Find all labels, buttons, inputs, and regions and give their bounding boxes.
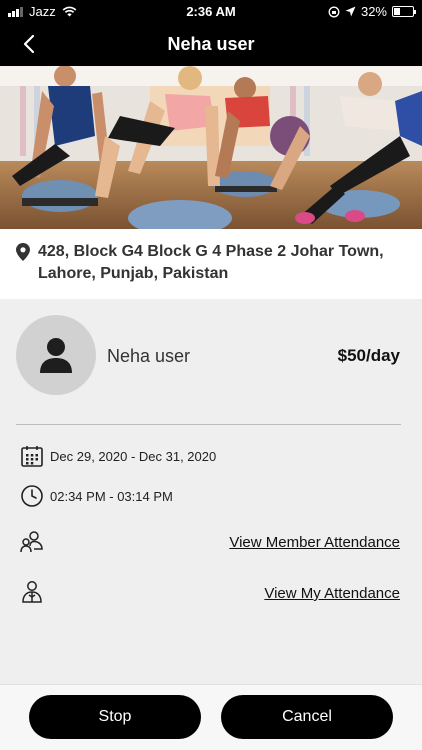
person-icon — [40, 338, 72, 373]
address-section: 428, Block G4 Block G 4 Phase 2 Johar To… — [0, 229, 422, 299]
battery-percent: 32% — [360, 4, 387, 19]
nav-header: Neha user — [0, 22, 422, 66]
fitness-class-photo — [0, 66, 422, 229]
avatar — [16, 315, 96, 395]
stop-button[interactable]: Stop — [29, 695, 201, 739]
view-my-attendance-link[interactable]: View My Attendance — [264, 585, 400, 602]
status-right: 32% — [328, 4, 416, 19]
battery-fill — [394, 8, 400, 15]
price-label: $50/day — [337, 346, 400, 365]
lock-rotation-icon — [328, 6, 340, 17]
divider — [16, 424, 401, 425]
action-footer: Stop Cancel — [0, 684, 422, 750]
member-name: Neha user — [107, 346, 191, 366]
address-text: 428, Block G4 Block G 4 Phase 2 Johar To… — [38, 243, 384, 282]
group-icon — [20, 531, 43, 553]
clock-icon — [21, 485, 43, 507]
battery-icon — [392, 6, 416, 17]
hero-image — [0, 66, 422, 229]
map-pin-icon — [16, 243, 30, 261]
page-title: Neha user — [167, 34, 255, 54]
view-member-attendance-link[interactable]: View Member Attendance — [229, 534, 400, 551]
trainer-icon — [22, 581, 42, 603]
cancel-button[interactable]: Cancel — [221, 695, 393, 739]
date-range: Dec 29, 2020 - Dec 31, 2020 — [50, 449, 217, 464]
calendar-icon — [21, 446, 43, 467]
time-range: 02:34 PM - 03:14 PM — [50, 489, 173, 504]
status-bar: Jazz 2:36 AM 32% — [0, 0, 422, 22]
location-arrow-icon — [345, 6, 356, 17]
